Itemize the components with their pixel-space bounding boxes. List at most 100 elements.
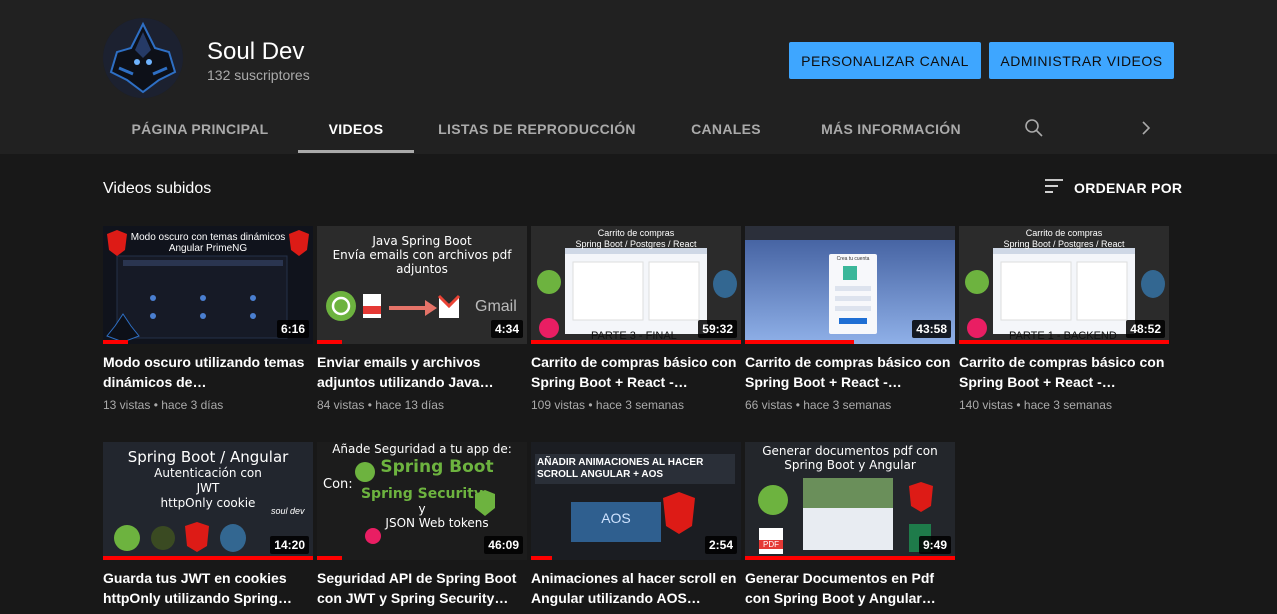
thumbnail-line: Spring Boot <box>380 457 494 477</box>
video-views: 84 vistas <box>317 398 365 412</box>
watch-progress <box>745 556 955 560</box>
video-thumbnail[interactable]: Carrito de compras Spring Boot / Postgre… <box>959 226 1169 344</box>
tab-about[interactable]: MÁS INFORMACIÓN <box>792 104 990 153</box>
video-card[interactable]: Añade Seguridad a tu app de: Spring Boot… <box>317 442 527 614</box>
video-title[interactable]: Modo oscuro utilizando temas dinámicos d… <box>103 352 313 392</box>
video-title[interactable]: Seguridad API de Spring Boot con JWT y S… <box>317 568 527 608</box>
video-duration: 46:09 <box>484 536 523 554</box>
video-meta: 66 vistas • hace 3 semanas <box>745 398 892 412</box>
customize-channel-button[interactable]: PERSONALIZAR CANAL <box>789 42 981 79</box>
watch-progress <box>959 340 1169 344</box>
pdf-badge: PDF <box>759 540 783 549</box>
video-meta: 13 vistas • hace 3 días <box>103 398 224 412</box>
tab-videos[interactable]: VIDEOS <box>298 104 414 153</box>
thumbnail-line: Java Spring Boot <box>372 234 472 248</box>
thumbnail-form-title: Crea tu cuenta <box>836 256 870 262</box>
aos-logo: AOS <box>601 510 631 526</box>
thumbnail-line: SCROLL ANGULAR + AOS <box>537 469 664 480</box>
video-card[interactable]: Carrito de compras Spring Boot / Postgre… <box>531 226 741 412</box>
sort-button[interactable]: ORDENAR POR <box>1044 178 1182 198</box>
tab-home[interactable]: PÁGINA PRINCIPAL <box>103 104 297 153</box>
thumbnail-line: Autenticación con <box>154 466 262 480</box>
video-duration: 48:52 <box>1126 320 1165 338</box>
video-duration: 4:34 <box>490 320 523 338</box>
subscriber-count: 132 suscriptores <box>207 67 310 83</box>
video-age: hace 3 días <box>161 398 224 412</box>
video-views: 66 vistas <box>745 398 793 412</box>
thumbnail-caption: Generar documentos pdf con Spring Boot y… <box>745 444 955 472</box>
channel-avatar[interactable] <box>103 18 183 98</box>
thumbnail-line: Envía emails con archivos pdf <box>332 248 512 262</box>
section-title: Videos subidos <box>103 180 212 197</box>
watch-progress <box>745 340 855 344</box>
channel-name: Soul Dev <box>207 38 305 65</box>
thumbnail-caption: Spring Boot / Angular Autenticación con … <box>103 448 313 511</box>
video-card[interactable]: AÑADIR ANIMACIONES AL HACER SCROLL ANGUL… <box>531 442 741 614</box>
video-card[interactable]: Modo oscuro con temas dinámicos Angular … <box>103 226 313 412</box>
thumbnail-caption: Añade Seguridad a tu app de: Spring Boot… <box>317 442 527 530</box>
video-title[interactable]: Carrito de compras básico con Spring Boo… <box>745 352 955 392</box>
search-icon[interactable] <box>1024 118 1044 138</box>
video-age: hace 3 semanas <box>1023 398 1112 412</box>
video-thumbnail[interactable]: Modo oscuro con temas dinámicos Angular … <box>103 226 313 344</box>
video-title[interactable]: Animaciones al hacer scroll en Angular u… <box>531 568 741 608</box>
thumbnail-brand: soul dev <box>271 506 305 516</box>
video-views: 13 vistas <box>103 398 151 412</box>
video-title[interactable]: Carrito de compras básico con Spring Boo… <box>531 352 741 392</box>
video-duration: 43:58 <box>912 320 951 338</box>
watch-progress <box>103 340 129 344</box>
watch-progress <box>317 340 343 344</box>
thumbnail-line: Spring Boot y Angular <box>784 458 916 472</box>
video-duration: 2:54 <box>704 536 737 554</box>
thumbnail-line: JWT <box>196 481 220 495</box>
video-thumbnail[interactable]: Spring Boot / Angular Autenticación con … <box>103 442 313 560</box>
video-card[interactable]: Carrito de compras Spring Boot / Postgre… <box>959 226 1169 412</box>
manage-videos-button[interactable]: ADMINISTRAR VIDEOS <box>989 42 1174 79</box>
tab-channels[interactable]: CANALES <box>660 104 792 153</box>
channel-header: Soul Dev 132 suscriptores PERSONALIZAR C… <box>0 0 1277 154</box>
video-thumbnail[interactable]: Crea tu cuenta 43:58 <box>745 226 955 344</box>
video-card[interactable]: Crea tu cuenta 43:58 Carrito de compras … <box>745 226 955 412</box>
sort-label: ORDENAR POR <box>1074 180 1183 196</box>
video-card[interactable]: Generar documentos pdf con Spring Boot y… <box>745 442 955 614</box>
video-thumbnail[interactable]: Carrito de compras Spring Boot / Postgre… <box>531 226 741 344</box>
video-card[interactable]: Java Spring Boot Envía emails con archiv… <box>317 226 527 412</box>
video-meta: 140 vistas • hace 3 semanas <box>959 398 1112 412</box>
video-duration: 59:32 <box>698 320 737 338</box>
thumbnail-line: Generar documentos pdf con <box>762 444 938 458</box>
video-age: hace 13 días <box>375 398 444 412</box>
watch-progress <box>531 340 741 344</box>
tab-playlists[interactable]: LISTAS DE REPRODUCCIÓN <box>414 104 660 153</box>
video-views: 109 vistas <box>531 398 586 412</box>
channel-tabs: PÁGINA PRINCIPAL VIDEOS LISTAS DE REPROD… <box>0 104 1277 154</box>
watch-progress <box>103 556 313 560</box>
video-thumbnail[interactable]: Añade Seguridad a tu app de: Spring Boot… <box>317 442 527 560</box>
watch-progress <box>531 556 552 560</box>
video-thumbnail[interactable]: Java Spring Boot Envía emails con archiv… <box>317 226 527 344</box>
video-age: hace 3 semanas <box>595 398 684 412</box>
thumbnail-line: Spring Boot / Postgres / React <box>1003 239 1125 249</box>
video-duration: 6:16 <box>276 320 309 338</box>
thumbnail-line: Modo oscuro con temas dinámicos <box>130 232 286 243</box>
video-title[interactable]: Carrito de compras básico con Spring Boo… <box>959 352 1169 392</box>
video-thumbnail[interactable]: Generar documentos pdf con Spring Boot y… <box>745 442 955 560</box>
thumbnail-caption: AÑADIR ANIMACIONES AL HACER SCROLL ANGUL… <box>531 457 741 481</box>
video-thumbnail[interactable]: AÑADIR ANIMACIONES AL HACER SCROLL ANGUL… <box>531 442 741 560</box>
thumbnail-line: Añade Seguridad a tu app de: <box>332 442 512 456</box>
video-title[interactable]: Guarda tus JWT en cookies httpOnly utili… <box>103 568 313 608</box>
thumbnail-line: Spring Boot / Postgres / React <box>575 239 697 249</box>
sort-icon <box>1044 178 1064 199</box>
video-duration: 9:49 <box>918 536 951 554</box>
video-meta: 84 vistas • hace 13 días <box>317 398 444 412</box>
video-title[interactable]: Generar Documentos en Pdf con Spring Boo… <box>745 568 955 608</box>
thumbnail-line: AÑADIR ANIMACIONES AL HACER <box>537 457 704 468</box>
chevron-right-icon[interactable] <box>1136 118 1156 138</box>
thumbnail-caption: Carrito de compras Spring Boot / Postgre… <box>531 228 741 250</box>
watch-progress <box>317 556 343 560</box>
thumbnail-line: Angular PrimeNG <box>168 243 248 254</box>
thumbnail-caption: Java Spring Boot Envía emails con archiv… <box>317 234 527 276</box>
thumbnail-caption: Modo oscuro con temas dinámicos Angular … <box>103 232 313 254</box>
video-card[interactable]: Spring Boot / Angular Autenticación con … <box>103 442 313 614</box>
video-meta: 109 vistas • hace 3 semanas <box>531 398 684 412</box>
video-title[interactable]: Enviar emails y archivos adjuntos utiliz… <box>317 352 527 392</box>
